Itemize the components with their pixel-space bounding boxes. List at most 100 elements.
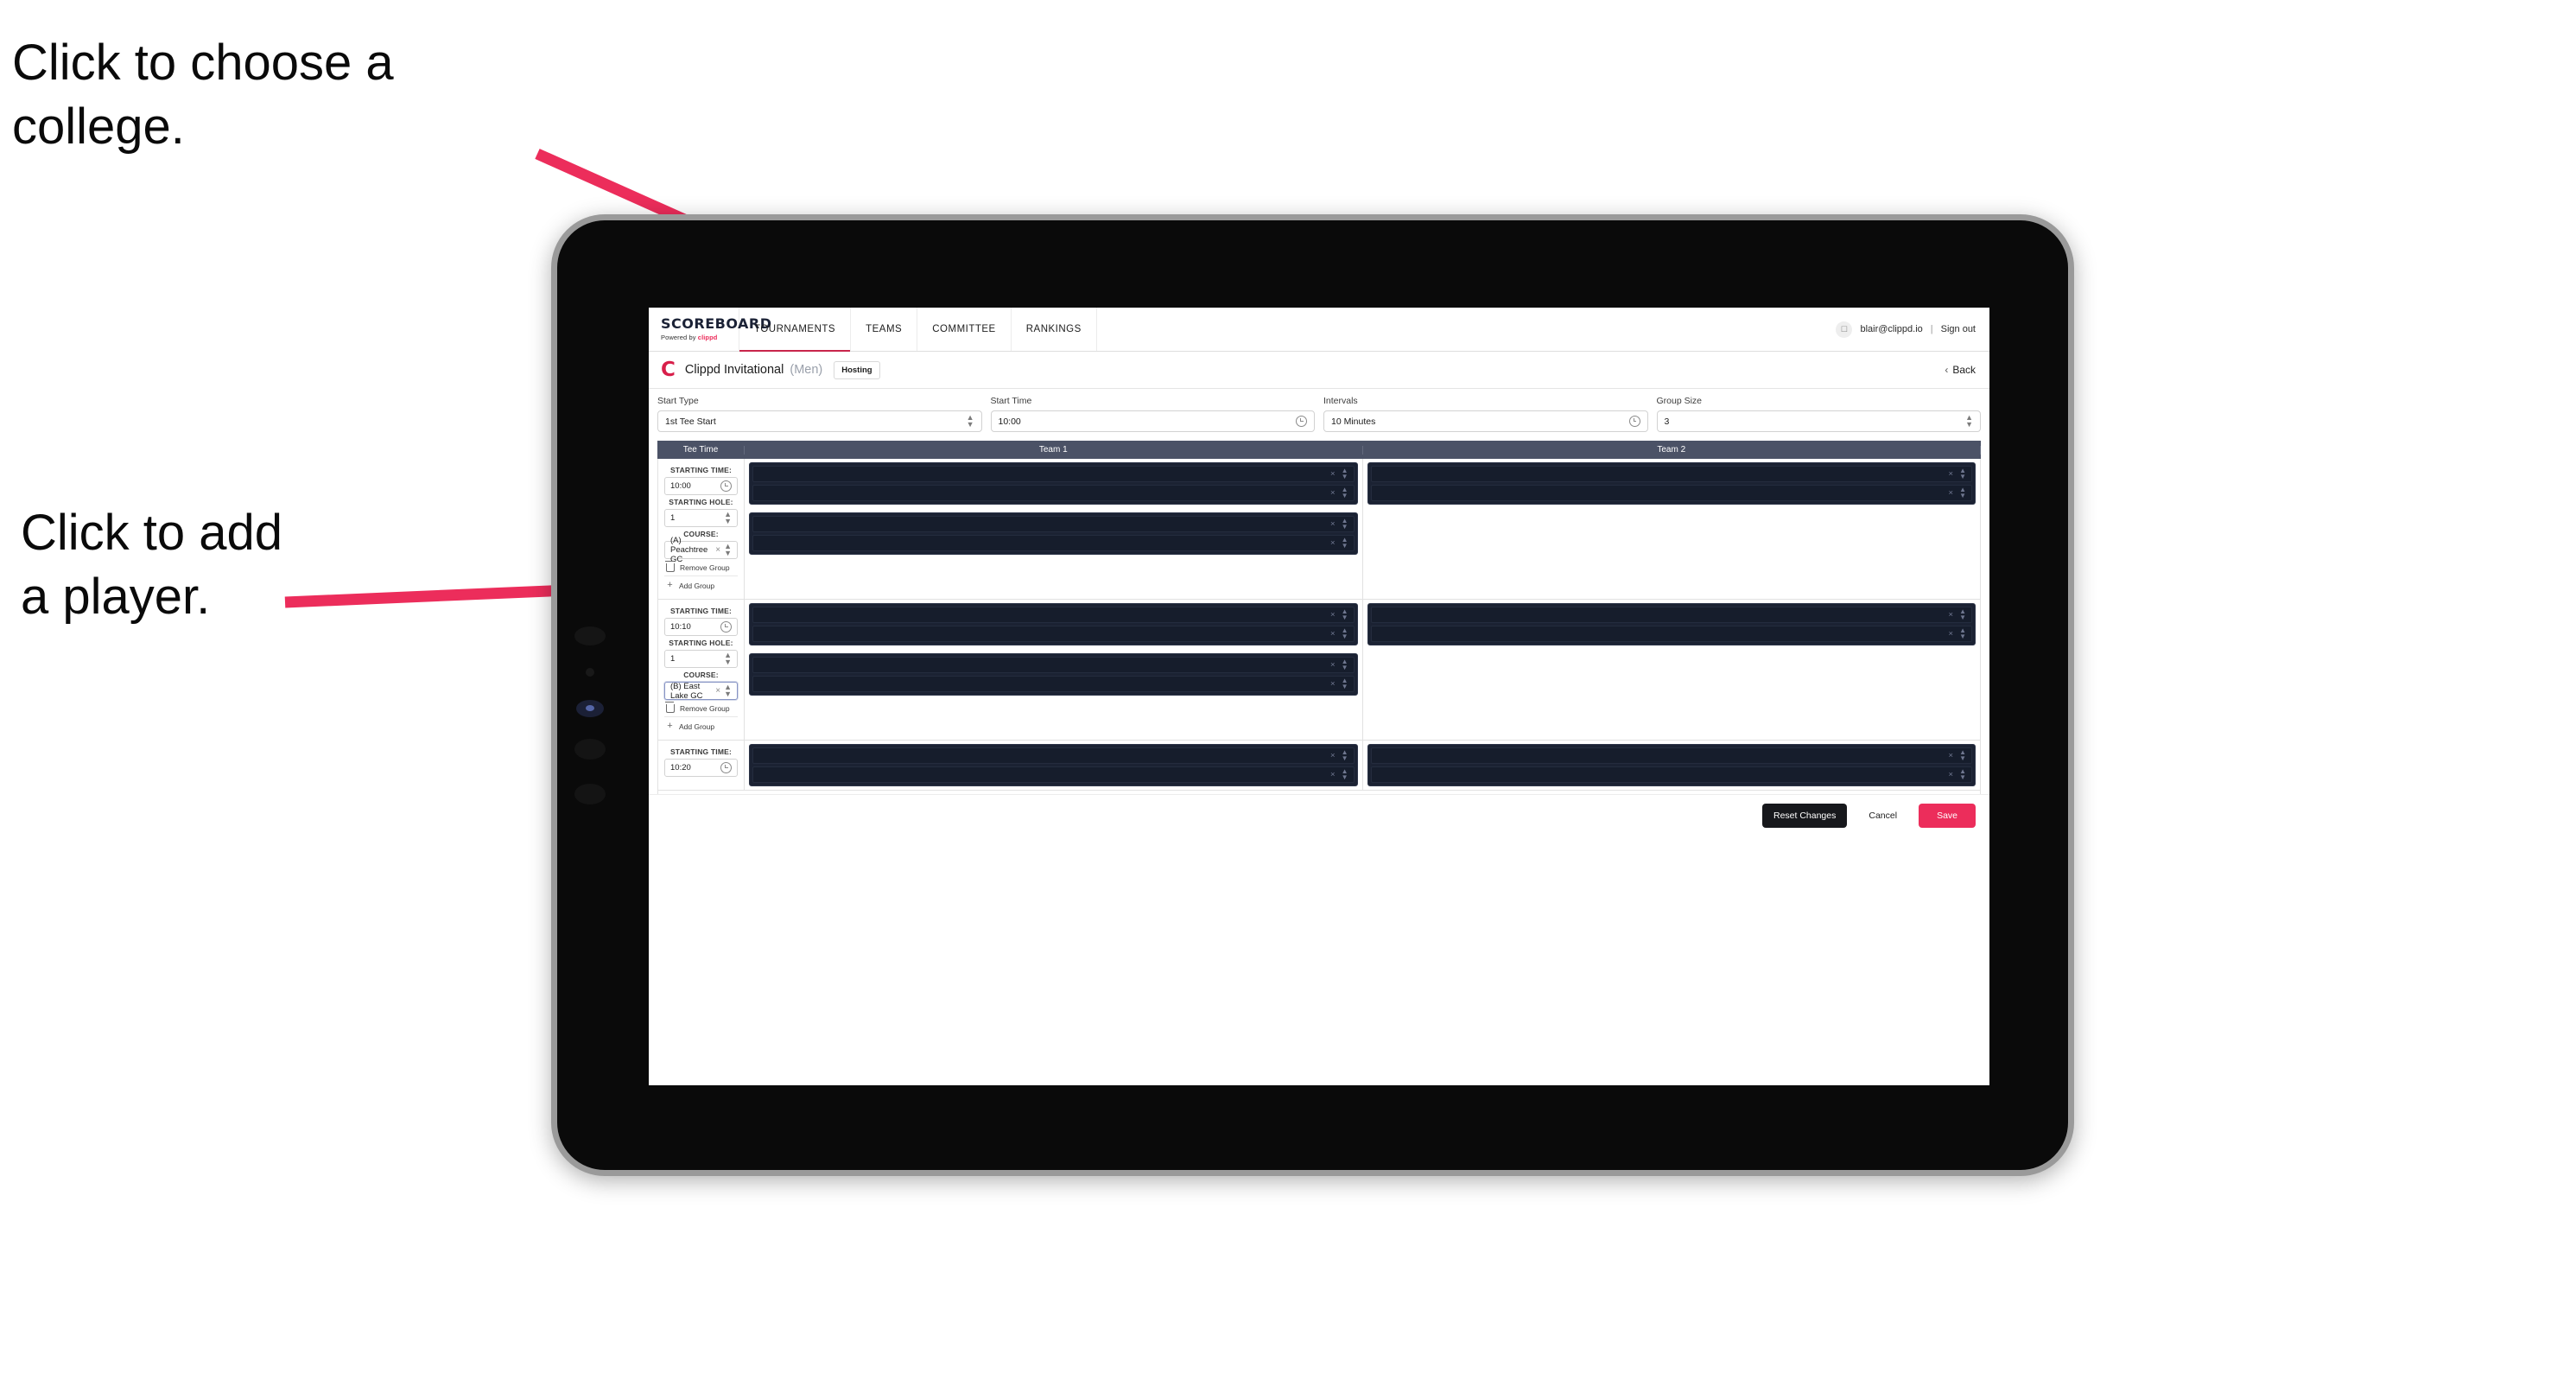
course-select[interactable]: (B) East Lake GC × ▲ ▼ <box>664 682 738 701</box>
start-type-value: 1st Tee Start <box>665 416 716 427</box>
player-slot[interactable]: × ▲ ▼ <box>752 466 1355 482</box>
slot-spinner-icon[interactable]: ▲ ▼ <box>1342 626 1348 640</box>
player-slot[interactable]: × ▲ ▼ <box>1370 747 1972 764</box>
nav-tab-committee[interactable]: COMMITTEE <box>917 308 1012 351</box>
slot-spinner-icon[interactable]: ▲ ▼ <box>1342 767 1348 781</box>
player-slot[interactable]: × ▲ ▼ <box>1370 626 1972 642</box>
player-slot[interactable]: × ▲ ▼ <box>752 485 1355 501</box>
tablet-screen: SCOREBOARD Powered by clippd TOURNAMENTS… <box>649 308 1989 1085</box>
slot-spinner-icon[interactable]: ▲ ▼ <box>1959 486 1966 499</box>
slot-spinner-icon[interactable]: ▲ ▼ <box>1959 626 1966 640</box>
slot-spinner-icon[interactable]: ▲ ▼ <box>1342 748 1348 762</box>
slot-spinner-icon[interactable]: ▲ ▼ <box>1342 467 1348 480</box>
clear-icon[interactable]: × <box>1949 629 1954 639</box>
clear-icon[interactable]: × <box>1949 751 1954 760</box>
add-group-button[interactable]: + Add Group <box>664 575 738 594</box>
tee-sheet-body[interactable]: STARTING TIME: 10:00 STARTING HOLE: 1 ▲ ▼ COUR… <box>657 459 1981 794</box>
nav-tab-committee-label: COMMITTEE <box>932 324 996 334</box>
player-slot[interactable]: × ▲ ▼ <box>752 766 1355 783</box>
nav-tab-teams[interactable]: TEAMS <box>851 308 918 351</box>
starting-time-label: STARTING TIME: <box>669 747 733 756</box>
slot-spinner-icon[interactable]: ▲ ▼ <box>1959 607 1966 621</box>
player-slot[interactable]: × ▲ ▼ <box>752 747 1355 764</box>
spinner-icon: ▲ ▼ <box>724 509 732 525</box>
slot-spinner-icon[interactable]: ▲ ▼ <box>1342 536 1348 550</box>
slot-spinner-icon[interactable]: ▲ ▼ <box>1342 677 1348 690</box>
nav-tab-teams-label: TEAMS <box>866 324 903 334</box>
starting-time-input[interactable]: 10:20 <box>664 759 738 777</box>
starting-time-input[interactable]: 10:00 <box>664 477 738 495</box>
chevron-left-icon: ‹ <box>1945 364 1949 376</box>
player-slot[interactable]: × ▲ ▼ <box>1370 466 1972 482</box>
tee-time-row: STARTING TIME: 10:00 STARTING HOLE: 1 ▲ ▼ COUR… <box>658 459 1980 600</box>
player-slot[interactable]: × ▲ ▼ <box>752 676 1355 692</box>
clear-icon[interactable]: × <box>1330 660 1336 670</box>
clock-icon <box>720 762 732 773</box>
clear-icon[interactable]: × <box>1330 629 1336 639</box>
slot-spinner-icon[interactable]: ▲ ▼ <box>1342 658 1348 671</box>
clear-icon[interactable]: × <box>715 686 720 696</box>
scoreboard-logo[interactable]: SCOREBOARD Powered by clippd <box>649 308 771 351</box>
player-slot[interactable]: × ▲ ▼ <box>752 626 1355 642</box>
course-value: (A) Peachtree GC <box>670 536 708 564</box>
reset-changes-button[interactable]: Reset Changes <box>1761 803 1848 828</box>
start-type-select[interactable]: 1st Tee Start ▲ ▼ <box>657 410 982 432</box>
tee-time-cell: STARTING TIME: 10:00 STARTING HOLE: 1 ▲ ▼ COUR… <box>658 459 745 599</box>
spinner-icon: ▲ ▼ <box>966 412 974 429</box>
starting-hole-select[interactable]: 1 ▲ ▼ <box>664 650 738 668</box>
clear-icon[interactable]: × <box>1949 488 1954 498</box>
remove-group-label: Remove Group <box>680 704 730 713</box>
nav-tab-tournaments-label: TOURNAMENTS <box>754 324 836 334</box>
slot-spinner-icon[interactable]: ▲ ▼ <box>1959 748 1966 762</box>
clear-icon[interactable]: × <box>1330 519 1336 529</box>
clock-icon <box>720 621 732 633</box>
player-slot[interactable]: × ▲ ▼ <box>1370 607 1972 623</box>
starting-time-value: 10:20 <box>670 763 691 772</box>
team1-cell: × ▲ ▼ × ▲ ▼ × ▲ ▼ × ▲ ▼ <box>745 600 1363 740</box>
group-size-select[interactable]: 3 ▲ ▼ <box>1656 410 1981 432</box>
starting-time-input[interactable]: 10:10 <box>664 618 738 636</box>
brand-tagline: Powered by clippd <box>661 334 739 341</box>
clear-icon[interactable]: × <box>1330 770 1336 779</box>
bezel-speaker-bottom-icon <box>574 784 606 804</box>
course-select[interactable]: (A) Peachtree GC × ▲ ▼ <box>664 536 738 564</box>
save-button[interactable]: Save <box>1919 803 1976 828</box>
back-button[interactable]: ‹ Back <box>1945 364 1976 376</box>
clear-icon[interactable]: × <box>1330 538 1336 548</box>
bezel-sensor-icon <box>586 668 594 677</box>
player-slot[interactable]: × ▲ ▼ <box>752 607 1355 623</box>
player-slot[interactable]: × ▲ ▼ <box>752 516 1355 532</box>
clear-icon[interactable]: × <box>1949 610 1954 620</box>
clear-icon[interactable]: × <box>1330 751 1336 760</box>
remove-group-button[interactable]: Remove Group <box>664 700 738 716</box>
user-avatar-icon[interactable]: ☐ <box>1836 321 1853 338</box>
clear-icon[interactable]: × <box>715 545 720 555</box>
clear-icon[interactable]: × <box>1330 610 1336 620</box>
nav-tab-rankings[interactable]: RANKINGS <box>1012 308 1097 351</box>
clear-icon[interactable]: × <box>1330 469 1336 479</box>
settings-row: Start Type 1st Tee Start ▲ ▼ Start Time 1… <box>649 389 1989 441</box>
add-group-button[interactable]: + Add Group <box>664 716 738 734</box>
clear-icon[interactable]: × <box>1330 488 1336 498</box>
clear-icon[interactable]: × <box>1949 770 1954 779</box>
sign-out-link[interactable]: Sign out <box>1941 324 1976 334</box>
clear-icon[interactable]: × <box>1949 469 1954 479</box>
player-slot[interactable]: × ▲ ▼ <box>752 657 1355 673</box>
slot-spinner-icon[interactable]: ▲ ▼ <box>1342 517 1348 531</box>
team1-group-block: × ▲ ▼ × ▲ ▼ <box>749 462 1358 505</box>
slot-spinner-icon[interactable]: ▲ ▼ <box>1342 486 1348 499</box>
clear-icon[interactable]: × <box>1330 679 1336 689</box>
slot-spinner-icon[interactable]: ▲ ▼ <box>1959 767 1966 781</box>
intervals-input[interactable]: 10 Minutes <box>1323 410 1648 432</box>
player-slot[interactable]: × ▲ ▼ <box>752 535 1355 551</box>
starting-hole-select[interactable]: 1 ▲ ▼ <box>664 509 738 527</box>
nav-tab-tournaments[interactable]: TOURNAMENTS <box>739 308 852 352</box>
player-slot[interactable]: × ▲ ▼ <box>1370 766 1972 783</box>
clock-icon <box>1628 416 1640 427</box>
slot-spinner-icon[interactable]: ▲ ▼ <box>1342 607 1348 621</box>
player-slot[interactable]: × ▲ ▼ <box>1370 485 1972 501</box>
cancel-button[interactable]: Cancel <box>1857 804 1908 828</box>
team1-cell: × ▲ ▼ × ▲ ▼ × ▲ ▼ × ▲ ▼ <box>745 459 1363 599</box>
slot-spinner-icon[interactable]: ▲ ▼ <box>1959 467 1966 480</box>
start-time-input[interactable]: 10:00 <box>990 410 1315 432</box>
